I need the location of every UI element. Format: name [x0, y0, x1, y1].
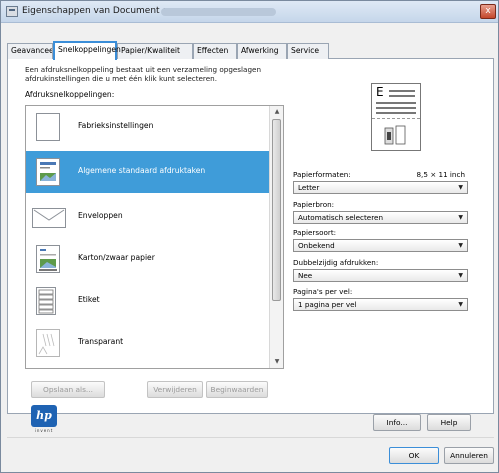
- paper-size-value: Letter: [298, 183, 320, 192]
- list-item-label: Fabrieksinstellingen: [78, 121, 154, 130]
- shortcuts-list-label: Afdruksnelkoppelingen:: [25, 90, 115, 99]
- page-preview: E: [371, 83, 421, 151]
- shortcuts-list[interactable]: Fabrieksinstellingen Algemene standaard …: [25, 105, 284, 369]
- list-item[interactable]: Algemene standaard afdruktaken: [26, 151, 270, 193]
- delete-button[interactable]: Verwijderen: [147, 381, 203, 398]
- close-button[interactable]: x: [480, 4, 496, 19]
- hp-logo: hp invent: [31, 405, 57, 435]
- save-as-button[interactable]: Opslaan als...: [31, 381, 105, 398]
- hp-logo-tagline: invent: [34, 428, 54, 433]
- window-title: Eigenschappen van Document op: [22, 6, 174, 16]
- duplex-page-icon: [384, 124, 406, 146]
- labels-icon: [36, 287, 56, 315]
- tab-advanced[interactable]: Geavanceerd: [7, 43, 53, 59]
- list-item[interactable]: Enveloppen: [26, 196, 270, 238]
- paper-type-value: Onbekend: [298, 241, 335, 250]
- tab-paper-quality[interactable]: Papier/Kwaliteit: [117, 43, 193, 59]
- cancel-button[interactable]: Annuleren: [444, 447, 494, 464]
- list-item[interactable]: Fabrieksinstellingen: [26, 106, 270, 148]
- info-button[interactable]: Info...: [373, 414, 421, 431]
- chevron-down-icon: ▼: [458, 242, 463, 249]
- chevron-down-icon: ▼: [458, 184, 463, 191]
- scroll-up-icon[interactable]: ▲: [270, 106, 283, 118]
- duplex-label: Dubbelzijdig afdrukken:: [293, 258, 379, 267]
- duplex-value: Nee: [298, 271, 313, 280]
- list-item[interactable]: Etiket: [26, 280, 270, 322]
- chevron-down-icon: ▼: [458, 272, 463, 279]
- paper-size-dimensions: 8,5 × 11 inch: [416, 170, 465, 179]
- list-item-label: Karton/zwaar papier: [78, 253, 155, 262]
- paper-type-label: Papiersoort:: [293, 228, 337, 237]
- list-item[interactable]: Transparant: [26, 322, 270, 364]
- printer-icon: [6, 6, 18, 17]
- chevron-down-icon: ▼: [458, 301, 463, 308]
- preview-line: [376, 112, 416, 114]
- footer-separator: [7, 437, 494, 438]
- preview-line: [376, 102, 416, 104]
- reset-button[interactable]: Beginwaarden: [206, 381, 268, 398]
- paper-source-select[interactable]: Automatisch selecteren ▼: [293, 211, 468, 224]
- list-item-label: Enveloppen: [78, 211, 123, 220]
- properties-dialog: Eigenschappen van Document op x Geavance…: [0, 0, 499, 473]
- paper-type-select[interactable]: Onbekend ▼: [293, 239, 468, 252]
- preview-letter-e: E: [376, 85, 384, 99]
- paper-size-select[interactable]: Letter ▼: [293, 181, 468, 194]
- blank-page-icon: [36, 113, 60, 141]
- tab-service[interactable]: Service: [287, 43, 329, 59]
- help-button[interactable]: Help: [427, 414, 471, 431]
- paper-source-value: Automatisch selecteren: [298, 213, 383, 222]
- pages-per-sheet-label: Pagina's per vel:: [293, 287, 353, 296]
- pages-per-sheet-value: 1 pagina per vel: [298, 300, 357, 309]
- ok-button[interactable]: OK: [389, 447, 439, 464]
- envelope-icon: [32, 208, 66, 228]
- hp-logo-mark: hp: [31, 405, 57, 427]
- preview-separator: [372, 118, 420, 119]
- scroll-down-icon[interactable]: ▼: [270, 356, 283, 368]
- list-item-label: Transparant: [78, 337, 124, 346]
- list-item-label: Etiket: [78, 295, 100, 304]
- redacted-printer-name: [161, 8, 276, 16]
- preview-line: [389, 95, 415, 97]
- paper-source-label: Papierbron:: [293, 200, 335, 209]
- paper-size-label: Papierformaten:: [293, 170, 351, 179]
- preview-line: [389, 90, 415, 92]
- duplex-select[interactable]: Nee ▼: [293, 269, 468, 282]
- chevron-down-icon: ▼: [458, 214, 463, 221]
- scroll-thumb[interactable]: [272, 119, 281, 301]
- cardstock-icon: [36, 245, 60, 273]
- tab-shortcuts[interactable]: Snelkoppelingen: [53, 41, 121, 60]
- shortcuts-description: Een afdruksnelkoppeling bestaat uit een …: [25, 65, 261, 83]
- pages-per-sheet-select[interactable]: 1 pagina per vel ▼: [293, 298, 468, 311]
- title-bar[interactable]: Eigenschappen van Document op x: [1, 1, 498, 23]
- photo-page-icon: [36, 158, 60, 186]
- tab-finishing[interactable]: Afwerking: [237, 43, 287, 59]
- preview-line: [376, 107, 416, 109]
- list-scrollbar[interactable]: ▲ ▼: [269, 106, 283, 368]
- tab-effects[interactable]: Effecten: [193, 43, 237, 59]
- list-item[interactable]: Karton/zwaar papier: [26, 238, 270, 280]
- list-item-label: Algemene standaard afdruktaken: [78, 166, 206, 175]
- transparency-icon: [36, 329, 60, 357]
